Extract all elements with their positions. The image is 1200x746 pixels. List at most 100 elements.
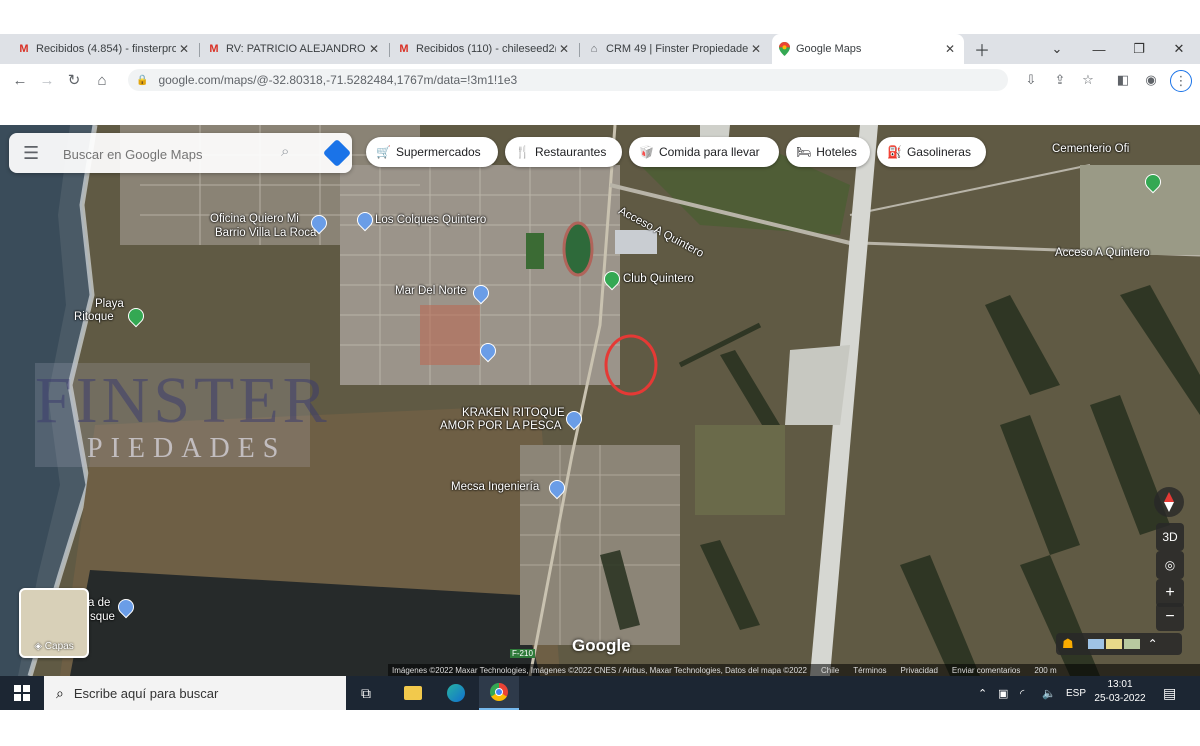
map-attribution: Imágenes ©2022 Maxar Technologies, Imáge… [388,664,1200,676]
gmail-icon: M [19,43,29,55]
url-text[interactable]: google.com/maps/@-32.80318,-71.5282484,1… [158,73,517,87]
pegman-bar[interactable]: ☗ ⌃ [1056,633,1182,655]
close-icon[interactable]: ✕ [942,42,958,56]
install-icon[interactable]: ⇩ [1022,71,1040,89]
hamburger-menu-icon[interactable]: ☰ [23,143,41,163]
place-label[interactable]: AMOR POR LA PESCA [440,420,561,432]
compass-icon[interactable] [1154,487,1184,517]
bookmark-star-icon[interactable]: ☆ [1079,71,1097,89]
place-label[interactable]: Mecsa Ingeniería [451,481,539,493]
side-panel-icon[interactable]: ◧ [1114,71,1132,89]
chip-restaurantes[interactable]: 🍴 Restaurantes [505,137,622,167]
expand-icon[interactable]: ⌃ [1148,637,1158,651]
close-icon[interactable]: ✕ [176,42,192,56]
language-indicator[interactable]: ESP [1066,676,1086,710]
layers-button[interactable]: ◈ Capas [19,588,89,658]
wifi-icon[interactable]: ◜ [1020,676,1024,710]
taskbar-clock[interactable]: 13:01 25-03-2022 [1090,678,1150,706]
tab-gmail-3[interactable]: M Recibidos (110) - chileseed2( ✕ [392,34,578,64]
place-label[interactable]: Barrio Villa La Roca [215,227,316,239]
layer-thumb-icon[interactable] [1123,639,1140,649]
maps-icon [778,42,790,56]
clock-date: 25-03-2022 [1094,693,1146,704]
edge-icon[interactable] [436,676,476,710]
tab-title: Recibidos (4.854) - finsterpro [36,43,176,55]
directions-icon[interactable] [322,138,352,168]
zoom-out-button[interactable]: − [1156,603,1184,631]
new-tab-button[interactable]: ＋ [968,34,996,64]
layer-thumb-icon[interactable] [1105,639,1122,649]
notifications-icon[interactable]: ▤ [1163,676,1176,710]
scale-label[interactable]: 200 m [1034,666,1056,675]
minimize-button[interactable]: — [1082,34,1116,64]
privacy-link[interactable]: Privacidad [901,666,938,675]
menu-icon[interactable]: ⋮ [1170,70,1192,92]
place-label[interactable]: Los Colques Quintero [375,214,486,226]
network-status-icon[interactable]: ▣ [998,676,1008,710]
share-icon[interactable]: ⇪ [1051,71,1069,89]
chip-comida-para-llevar[interactable]: 🥡 Comida para llevar [629,137,779,167]
tab-gmail-2[interactable]: M RV: PATRICIO ALEJANDRO AL ✕ [202,34,388,64]
place-label[interactable]: Cementerio Ofi [1052,143,1129,155]
watermark-subtext: PIEDADES [87,433,287,464]
search-icon: ⌕ [56,684,64,701]
tab-title: Google Maps [796,43,862,55]
place-label[interactable]: KRAKEN RITOQUE [462,407,565,419]
profile-icon[interactable]: ◉ [1142,71,1160,89]
place-label[interactable]: Club Quintero [623,273,694,285]
maps-search-input[interactable] [61,143,275,165]
chip-label: Hoteles [816,145,857,159]
3d-toggle-button[interactable]: 3D [1156,523,1184,551]
tab-crm[interactable]: ⌂ CRM 49 | Finster Propiedade ✕ [582,34,770,64]
finster-watermark: FINSTER PIEDADES [35,363,327,467]
route-shield: F-210 [510,649,535,658]
chip-gasolineras[interactable]: ⛽ Gasolineras [877,137,986,167]
satellite-map[interactable]: FINSTER PIEDADES Oficina Quiero Mi Barri… [0,125,1200,676]
tab-search-icon[interactable]: ⌄ [1040,34,1074,64]
back-icon[interactable]: ← [10,70,30,90]
terms-link[interactable]: Términos [853,666,886,675]
tab-title: Recibidos (110) - chileseed2( [416,43,556,55]
taskbar-search[interactable]: ⌕ Escribe aquí para buscar [44,676,346,710]
tab-google-maps[interactable]: Google Maps ✕ [772,34,964,64]
chrome-icon[interactable] [479,676,519,710]
chip-label: Gasolineras [906,145,971,159]
taskbar-search-placeholder: Escribe aquí para buscar [73,685,219,701]
3d-label: 3D [1162,530,1178,544]
home-icon[interactable]: ⌂ [92,70,112,90]
volume-icon[interactable]: 🔈 [1042,676,1056,710]
place-label[interactable]: a de [88,597,110,609]
feedback-link[interactable]: Enviar comentarios [952,666,1020,675]
chip-hoteles[interactable]: 🛏 Hoteles [786,137,870,167]
my-location-icon[interactable]: ◎ [1156,551,1184,579]
tab-separator [579,43,580,57]
file-explorer-icon[interactable] [393,676,433,710]
restore-button[interactable]: ❐ [1122,34,1156,64]
tab-title: CRM 49 | Finster Propiedade [606,43,748,55]
place-label[interactable]: Playa [95,298,124,310]
place-label[interactable]: sque [90,611,115,623]
place-label[interactable]: Mar Del Norte [395,285,467,297]
reload-icon[interactable]: ↻ [64,70,84,90]
search-icon[interactable]: ⌕ [281,143,289,160]
country-link[interactable]: Chile [821,666,839,675]
chip-label: Restaurantes [534,145,607,159]
tray-chevron-icon[interactable]: ⌃ [978,676,987,710]
lock-icon: 🔒 [136,74,149,86]
layer-thumb-icon[interactable] [1087,639,1104,649]
tab-gmail-1[interactable]: M Recibidos (4.854) - finsterpro ✕ [12,34,198,64]
window-close-button[interactable]: ✕ [1162,34,1196,64]
place-label[interactable]: Oficina Quiero Mi [210,213,299,225]
bed-icon: 🛏 [796,145,812,159]
task-view-icon[interactable]: ⧉ [346,676,386,710]
windows-start-icon[interactable] [0,676,44,710]
forward-icon[interactable]: → [37,70,57,90]
close-icon[interactable]: ✕ [366,42,382,56]
chip-supermercados[interactable]: 🛒 Supermercados [366,137,498,167]
pegman-icon[interactable]: ☗ [1062,636,1074,652]
close-icon[interactable]: ✕ [748,42,764,56]
place-label[interactable]: Ritoque [74,311,114,323]
address-bar[interactable]: 🔒 google.com/maps/@-32.80318,-71.5282484… [128,69,1008,91]
close-icon[interactable]: ✕ [556,42,572,56]
gas-station-icon: ⛽ [887,145,902,159]
